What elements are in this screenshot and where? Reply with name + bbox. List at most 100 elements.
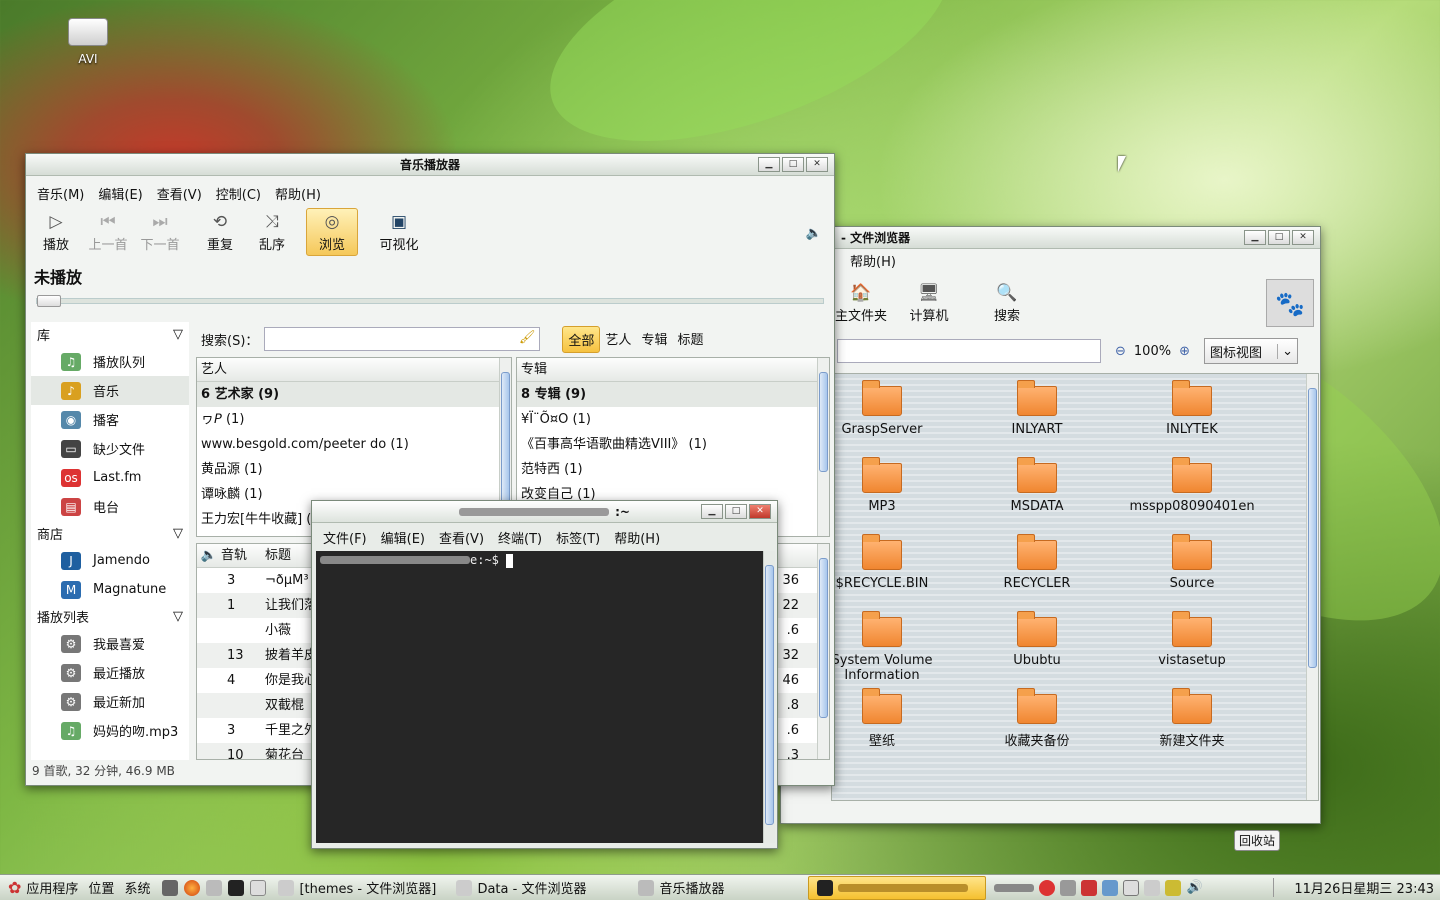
folder-item[interactable]: System Volume Information <box>832 611 947 683</box>
folder-item[interactable]: $RECYCLE.BIN <box>832 534 947 591</box>
power-icon[interactable] <box>1039 879 1056 896</box>
sidebar-item[interactable]: ⚙ 我最喜爱 <box>31 629 189 658</box>
album-row[interactable]: 8 专辑 (9) <box>517 382 829 407</box>
calculator-icon[interactable] <box>162 879 179 896</box>
sidebar-section-store[interactable]: 商店 ▽ <box>31 521 189 546</box>
artist-row[interactable]: 6 艺术家 (9) <box>197 382 511 407</box>
zoom-in-icon[interactable]: ⊕ <box>1179 344 1190 359</box>
sidebar-item[interactable]: ▤ 电台 <box>31 492 189 521</box>
sidebar-item[interactable]: ◉ 播客 <box>31 405 189 434</box>
close-button[interactable]: ✕ <box>749 504 771 519</box>
close-button[interactable]: ✕ <box>1292 230 1314 245</box>
search-button[interactable]: 🔍 搜索 <box>977 283 1037 324</box>
filter-button[interactable]: 专辑 <box>636 326 672 353</box>
trash-label[interactable]: 回收站 <box>1234 830 1281 851</box>
task-music-player[interactable]: 音乐播放器 <box>630 876 808 900</box>
terminal-icon[interactable] <box>228 879 245 896</box>
mail-icon[interactable] <box>250 879 267 896</box>
maximize-button[interactable]: □ <box>782 157 804 172</box>
menu-item[interactable]: 控制(C) <box>209 184 268 203</box>
sidebar-item[interactable]: J Jamendo <box>31 546 189 575</box>
update-icon[interactable] <box>1081 879 1098 896</box>
clock[interactable]: 11月26日星期三 23:43 <box>1273 878 1440 897</box>
network-icon[interactable] <box>1060 879 1077 896</box>
location-bar[interactable] <box>837 339 1101 363</box>
window-icon[interactable] <box>1123 879 1140 896</box>
artist-row[interactable]: 黄品源 (1) <box>197 457 511 482</box>
menu-item[interactable]: 编辑(E) <box>91 184 149 203</box>
repeat-button[interactable]: ⟲ 重复 <box>194 212 246 253</box>
folder-item[interactable]: vistasetup <box>1127 611 1257 668</box>
task-terminal[interactable] <box>808 875 987 900</box>
folder-item[interactable]: 收藏夹备份 <box>972 688 1102 749</box>
sidebar-item[interactable]: ♫ 播放队列 <box>31 347 189 376</box>
disk-icon[interactable] <box>206 879 223 896</box>
artist-column-header[interactable]: 艺人 <box>197 358 511 382</box>
album-column-header[interactable]: 专辑 <box>517 358 829 382</box>
seek-handle[interactable] <box>37 295 61 307</box>
task-themes-file-browser[interactable]: [themes - 文件浏览器] <box>270 876 448 900</box>
sidebar-item[interactable]: ▭ 缺少文件 <box>31 434 189 463</box>
firefox-icon[interactable] <box>184 879 201 896</box>
zoom-out-icon[interactable]: ⊖ <box>1115 344 1126 359</box>
folder-item[interactable]: RECYCLER <box>972 534 1102 591</box>
shuffle-button[interactable]: ⤨ 乱序 <box>246 212 298 253</box>
clear-icon[interactable]: 🖌 <box>519 330 536 345</box>
folder-item[interactable]: 壁纸 <box>832 688 947 749</box>
file-browser-titlebar[interactable]: - 文件浏览器 ▁ □ ✕ <box>781 227 1320 249</box>
next-button[interactable]: ⏭ 下一首 <box>134 212 186 253</box>
sidebar-item[interactable]: ♪ 音乐 <box>31 376 189 405</box>
folder-item[interactable]: INLYART <box>972 380 1102 437</box>
maximize-button[interactable]: □ <box>725 504 747 519</box>
filter-button[interactable]: 艺人 <box>600 326 636 353</box>
terminal-titlebar[interactable]: :~ ▁ □ ✕ <box>312 501 777 523</box>
folder-item[interactable]: msspp08090401en <box>1127 457 1257 514</box>
menu-item[interactable]: 文件(F) <box>316 528 374 547</box>
sidebar-item[interactable]: ♫ 妈妈的吻.mp3 <box>31 716 189 745</box>
menu-help[interactable]: 帮助(H) <box>843 251 903 270</box>
view-select[interactable]: 图标视图 ⌄ <box>1203 338 1298 364</box>
menu-item[interactable]: 查看(V) <box>432 528 491 547</box>
menu-item[interactable]: 帮助(H) <box>268 184 328 203</box>
places-menu[interactable]: 位置 <box>86 876 116 900</box>
album-row[interactable]: 《百事高华语歌曲精选VIII》 (1) <box>517 432 829 457</box>
system-menu[interactable]: 系统 <box>116 876 158 900</box>
filter-button[interactable]: 全部 <box>562 325 601 353</box>
display-icon[interactable] <box>1102 879 1119 896</box>
previous-button[interactable]: ⏮ 上一首 <box>82 212 134 253</box>
minimize-button[interactable]: ▁ <box>701 504 723 519</box>
artist-row[interactable]: ヮ𝘗 (1) <box>197 407 511 432</box>
folder-item[interactable]: 新建文件夹 <box>1127 688 1257 749</box>
menu-item[interactable]: 标签(T) <box>549 528 607 547</box>
folder-item[interactable]: MP3 <box>832 457 947 514</box>
play-button[interactable]: ▷ 播放 <box>30 212 82 253</box>
maximize-button[interactable]: □ <box>1268 230 1290 245</box>
sidebar-item[interactable]: ⚙ 最近新加 <box>31 687 189 716</box>
album-row[interactable]: ¥Ï¨Õ¤O (1) <box>517 407 829 432</box>
folder-item[interactable]: MSDATA <box>972 457 1102 514</box>
volume-icon[interactable]: 🔊 <box>1186 880 1202 895</box>
sidebar-item[interactable]: os Last.fm <box>31 463 189 492</box>
filter-button[interactable]: 标题 <box>672 326 708 353</box>
volume-icon[interactable]: 🔈 <box>806 226 822 241</box>
drive-icon[interactable] <box>1144 879 1161 896</box>
desktop-icon-avi[interactable]: AVI <box>62 18 114 66</box>
menu-item[interactable]: 终端(T) <box>491 528 549 547</box>
sidebar-item[interactable]: ⚙ 最近播放 <box>31 658 189 687</box>
minimize-button[interactable]: ▁ <box>758 157 780 172</box>
folder-item[interactable]: INLYTEK <box>1127 380 1257 437</box>
music-player-titlebar[interactable]: 音乐播放器 ▁ □ ✕ <box>26 154 834 176</box>
sidebar-section-playlists[interactable]: 播放列表 ▽ <box>31 604 189 629</box>
sidebar-section-library[interactable]: 库 ▽ <box>31 322 189 347</box>
visualization-button[interactable]: ▣ 可视化 <box>368 212 430 253</box>
menu-item[interactable]: 编辑(E) <box>374 528 432 547</box>
applications-menu[interactable]: ✿ 应用程序 <box>0 876 86 900</box>
seek-slider[interactable] <box>36 295 824 307</box>
menu-item[interactable]: 音乐(M) <box>30 184 91 203</box>
close-button[interactable]: ✕ <box>806 157 828 172</box>
terminal-screen[interactable]: e:~$ <box>316 551 763 843</box>
browse-toggle[interactable]: ◎ 浏览 <box>306 208 358 256</box>
task-data-file-browser[interactable]: Data - 文件浏览器 <box>448 876 630 900</box>
home-folder-button[interactable]: 🏠 主文件夹 <box>831 283 891 324</box>
menu-item[interactable]: 查看(V) <box>150 184 209 203</box>
